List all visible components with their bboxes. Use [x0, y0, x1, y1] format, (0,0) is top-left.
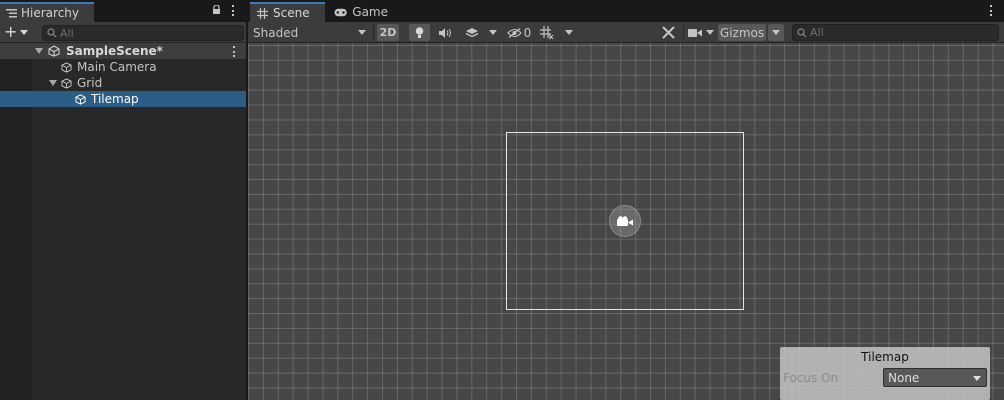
effects-dropdown[interactable] [486, 22, 500, 43]
list-icon [6, 8, 17, 17]
grid-snap-icon [540, 25, 554, 39]
tab-scene[interactable]: Scene [250, 2, 325, 22]
chevron-down-icon [565, 30, 573, 35]
list-item-grid[interactable]: Grid [0, 75, 246, 91]
tab-scene-label: Scene [273, 6, 310, 20]
camera-icon [617, 215, 633, 226]
unity-scene-icon [48, 45, 60, 57]
scene-visibility-toggle[interactable]: 0 [504, 22, 534, 43]
toolbar-divider [683, 25, 684, 40]
gameobject-cube-icon [61, 61, 72, 73]
list-item-tilemap[interactable]: Tilemap [0, 91, 246, 107]
grid-dropdown[interactable] [562, 22, 576, 43]
focus-on-dropdown[interactable]: None [883, 368, 987, 387]
shading-mode-label: Shaded [253, 25, 299, 40]
chevron-down-icon [489, 30, 497, 35]
gameobject-cube-icon [61, 77, 72, 89]
lock-icon[interactable] [212, 5, 221, 14]
audio-toggle-button[interactable] [434, 22, 456, 43]
chevron-down-icon [772, 30, 780, 35]
tools-icon [661, 26, 675, 39]
focus-on-label: Focus On [783, 371, 839, 385]
tab-hierarchy-label: Hierarchy [21, 6, 80, 20]
hierarchy-search-input[interactable]: All [42, 25, 244, 41]
grid-label: Grid [77, 76, 103, 90]
effects-toggle-button[interactable] [460, 22, 484, 43]
grid-snapping-button[interactable] [538, 22, 556, 43]
chevron-down-icon [20, 29, 29, 35]
speaker-icon [438, 27, 451, 38]
tools-button[interactable] [656, 22, 680, 43]
add-object-button[interactable]: + [4, 23, 34, 41]
overlay-title: Tilemap [861, 350, 909, 364]
lightbulb-icon [415, 26, 424, 38]
focus-on-value: None [888, 370, 920, 385]
gizmos-label: Gizmos [719, 25, 765, 40]
hidden-count: 0 [523, 25, 532, 40]
eye-off-icon [506, 27, 522, 38]
gamepad-icon [334, 8, 347, 16]
scene-label: SampleScene* [66, 44, 163, 58]
gizmos-button[interactable]: Gizmos [718, 24, 766, 41]
list-item-main-camera[interactable]: Main Camera [0, 59, 246, 75]
2d-toggle-button[interactable]: 2D [377, 24, 399, 41]
camera-settings-dropdown[interactable] [686, 22, 716, 43]
chevron-down-icon [706, 30, 714, 35]
hierarchy-search-placeholder: All [60, 26, 74, 40]
scene-search-placeholder: All [810, 26, 824, 39]
scene-menu-icon[interactable] [990, 5, 993, 16]
layers-icon [465, 27, 479, 37]
tab-game-label: Game [352, 5, 388, 19]
gameobject-cube-icon [75, 93, 86, 105]
chevron-down-icon [973, 376, 981, 381]
hierarchy-menu-icon[interactable] [232, 5, 235, 16]
list-item-scene[interactable]: SampleScene* [0, 43, 246, 59]
lighting-toggle-button[interactable] [409, 24, 430, 41]
add-label: + [4, 22, 18, 41]
tilemap-label: Tilemap [91, 92, 139, 106]
search-icon [797, 27, 807, 37]
shading-mode-dropdown[interactable]: Shaded [252, 22, 370, 43]
scene-search-input[interactable]: All [792, 24, 999, 41]
camera-icon [688, 28, 702, 37]
chevron-down-icon [358, 30, 366, 35]
expand-arrow-icon[interactable] [49, 80, 57, 86]
search-icon [47, 28, 57, 38]
camera-gizmo-icon[interactable] [609, 205, 641, 237]
scene-menu-icon[interactable] [233, 46, 236, 57]
tab-game[interactable]: Game [327, 2, 395, 22]
2d-label: 2D [379, 26, 397, 39]
expand-arrow-icon[interactable] [35, 48, 43, 54]
tab-hierarchy[interactable]: Hierarchy [0, 2, 94, 22]
main-camera-label: Main Camera [77, 60, 157, 74]
grid-icon [257, 7, 268, 19]
gizmos-dropdown[interactable] [768, 24, 784, 41]
toolbar-divider [373, 25, 374, 40]
